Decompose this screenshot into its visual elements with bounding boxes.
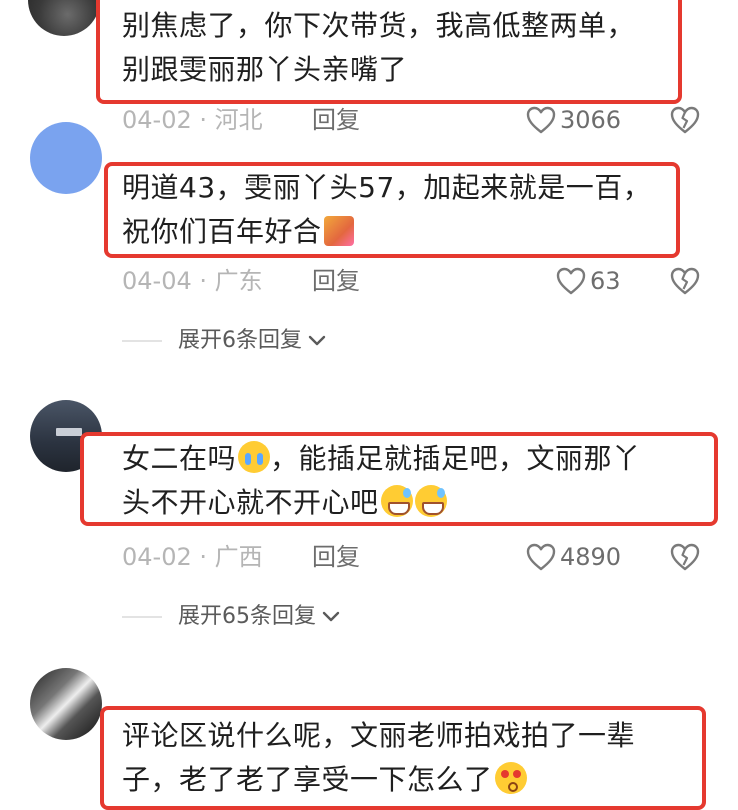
comment-text-line: 子，老了老了享受一下怎么了 (122, 763, 493, 796)
comment-region: 河北 (214, 106, 263, 134)
avatar[interactable] (30, 668, 102, 740)
like-button[interactable]: 63 (556, 266, 621, 296)
reply-button[interactable]: 回复 (312, 542, 360, 572)
like-count: 63 (590, 267, 621, 295)
broken-heart-icon[interactable] (670, 543, 700, 571)
broken-heart-icon[interactable] (670, 106, 700, 134)
expand-divider (122, 616, 162, 618)
meta-separator: · (199, 106, 208, 134)
avatar[interactable] (28, 0, 100, 36)
like-count: 4890 (560, 543, 622, 571)
broken-heart-icon[interactable] (670, 267, 700, 295)
comment-text-line-with-emoji: 子，老了老了享受一下怎么了 (122, 758, 635, 802)
avatar[interactable] (30, 122, 102, 194)
expand-replies-button[interactable]: 展开65条回复 (122, 602, 340, 632)
meta-separator: · (199, 543, 208, 571)
reply-button[interactable]: 回复 (312, 266, 360, 296)
kissing-face-emoji (494, 762, 527, 794)
expand-replies-label: 展开6条回复 (178, 328, 302, 353)
heart-icon (556, 267, 586, 295)
chevron-down-icon (322, 611, 340, 622)
comment-text-line: 评论区说什么呢，文丽老师拍戏拍了一辈 (122, 719, 636, 752)
grinning-sweat-face-emoji (414, 485, 447, 517)
comment-text: 女二在吗 ，能插足就插足吧，文丽那丫 头不开心就不开心吧 (122, 437, 641, 525)
like-count: 3066 (560, 106, 622, 134)
reply-button[interactable]: 回复 (312, 105, 360, 135)
expand-replies-button[interactable]: 展开6条回复 (122, 326, 326, 356)
comment-meta: 04-02 · 广西 (122, 542, 263, 572)
comment-meta: 04-02 · 河北 (122, 105, 263, 135)
comment-text: 明道43，雯丽丫头57，加起来就是一百， 祝你们百年好合 (122, 166, 651, 254)
comment-date: 04-02 (122, 543, 192, 571)
comment-text-line: 女二在吗 (122, 442, 237, 475)
comment-text: 评论区说什么呢，文丽老师拍戏拍了一辈 子，老了老了享受一下怎么了 (122, 714, 635, 802)
comment-region: 广西 (214, 543, 263, 571)
comment-meta: 04-04 · 广东 (122, 266, 263, 296)
expand-divider (122, 340, 162, 342)
heart-icon (526, 543, 556, 571)
comment-text-line-with-emoji: 女二在吗 ，能插足就插足吧，文丽那丫 (122, 437, 641, 481)
comment-text-line-with-emoji: 头不开心就不开心吧 (122, 481, 641, 525)
chevron-down-icon (308, 335, 326, 346)
grinning-sweat-face-emoji (380, 485, 413, 517)
heart-icon (526, 106, 556, 134)
comment-region: 广东 (214, 267, 263, 295)
comment-text-line: 别跟雯丽那丫头亲嘴了 (122, 53, 408, 86)
like-button[interactable]: 3066 (526, 105, 621, 135)
comment-text: 别焦虑了，你下次带货，我高低整两单， 别跟雯丽那丫头亲嘴了 (122, 4, 635, 92)
couple-kiss-emoji (323, 216, 354, 246)
comment-date: 04-04 (122, 267, 192, 295)
comment-text-line: 祝你们百年好合 (122, 215, 322, 248)
expand-replies-label: 展开65条回复 (178, 604, 316, 629)
avatar-badge (56, 428, 82, 436)
comment-text-line: ，能插足就插足吧，文丽那丫 (270, 442, 641, 475)
comment-text-line: 别焦虑了，你下次带货，我高低整两单， (122, 9, 636, 42)
comment-text-line: 头不开心就不开心吧 (122, 486, 379, 519)
comment-text-line: 明道43，雯丽丫头57，加起来就是一百， (122, 171, 652, 204)
loudly-crying-face-emoji (238, 441, 271, 473)
like-button[interactable]: 4890 (526, 542, 621, 572)
comment-text-line-with-emoji: 祝你们百年好合 (122, 210, 651, 254)
meta-separator: · (199, 267, 208, 295)
comment-date: 04-02 (122, 106, 192, 134)
